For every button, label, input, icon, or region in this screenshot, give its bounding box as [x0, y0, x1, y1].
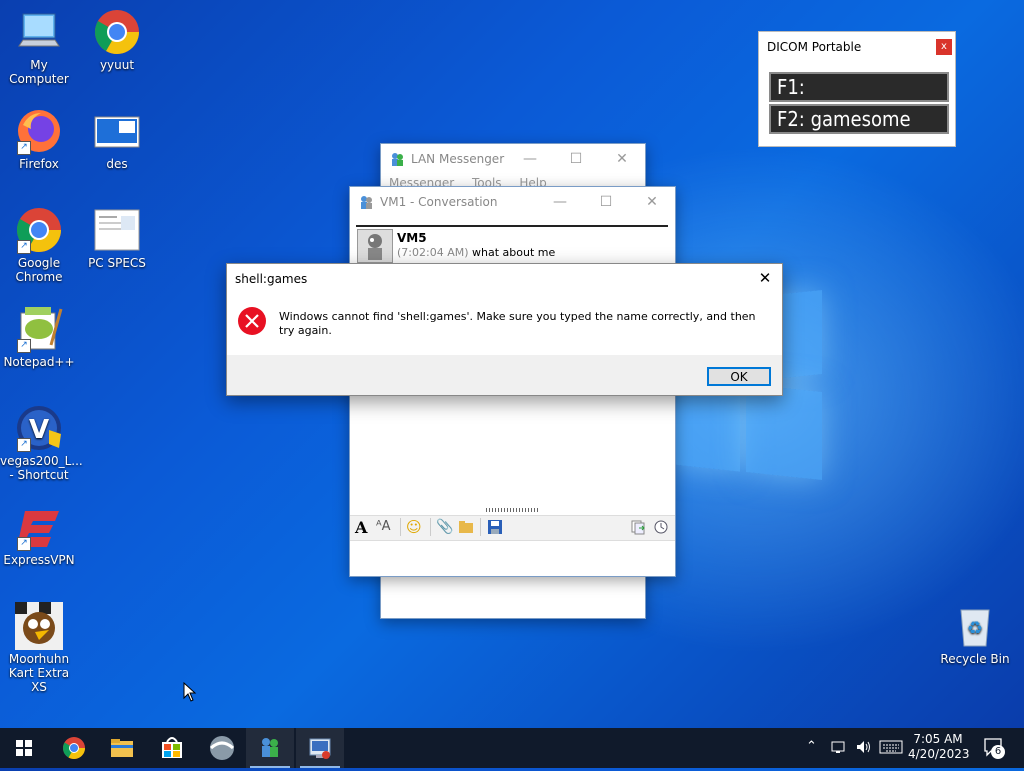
start-button[interactable] [0, 728, 48, 768]
conversation-title: VM1 - Conversation [380, 195, 498, 209]
messenger-icon [389, 151, 405, 170]
chrome-icon: ↗ [15, 206, 63, 254]
desktop-icon-firefox[interactable]: ↗ Firefox [0, 107, 78, 171]
sender-name: VM5 [397, 231, 427, 245]
moorhuhn-icon [15, 602, 63, 650]
taskbar-lan-messenger[interactable] [246, 728, 294, 768]
dialog-footer: OK [227, 355, 782, 395]
lan-messenger-titlebar[interactable]: LAN Messenger — ☐ ✕ [381, 144, 645, 174]
firefox-icon: ↗ [15, 107, 63, 155]
svg-text:♻: ♻ [967, 618, 983, 639]
dicom-title: DICOM Portable [767, 40, 862, 54]
font-icon[interactable]: A [355, 518, 367, 537]
copy-icon[interactable] [630, 519, 646, 538]
taskbar-app-sphere[interactable] [198, 728, 246, 768]
volume-icon[interactable] [855, 738, 873, 760]
vegas-icon: V ↗ [15, 404, 63, 452]
taskbar: ⌃ 7:05 AM 4/20/2023 6 [0, 728, 1024, 768]
computer-icon [15, 8, 63, 56]
close-icon[interactable]: ✕ [629, 187, 675, 217]
shortcut-arrow-icon: ↗ [17, 240, 31, 254]
notification-center-icon[interactable]: 6 [983, 737, 1007, 763]
attach-file-icon[interactable]: 📎 [436, 519, 453, 535]
maximize-icon[interactable]: ☐ [553, 144, 599, 174]
network-icon[interactable] [830, 738, 848, 760]
messenger-icon [358, 194, 374, 213]
clock-time: 7:05 AM [913, 732, 963, 746]
image-file-icon [93, 206, 141, 254]
shortcut-arrow-icon: ↗ [17, 339, 31, 353]
dialog-close-icon[interactable]: ✕ [754, 267, 776, 289]
minimize-icon[interactable]: — [537, 187, 583, 217]
windows-icon [16, 740, 32, 756]
chrome-icon [63, 737, 85, 759]
expressvpn-icon: ↗ [15, 503, 63, 551]
message-time: (7:02:04 AM) [397, 246, 469, 259]
close-icon[interactable]: ✕ [599, 144, 645, 174]
font-color-icon[interactable]: ᴬA [376, 519, 391, 534]
desktop-icon-des[interactable]: des [78, 107, 156, 171]
desktop-icon-pc-specs[interactable]: PC SPECS [78, 206, 156, 270]
message-input[interactable] [350, 541, 675, 575]
desktop-icon-recycle-bin[interactable]: ♻ Recycle Bin [936, 602, 1014, 666]
header-divider [356, 225, 668, 227]
avatar [357, 229, 393, 263]
message-text: what about me [472, 246, 556, 259]
history-icon[interactable] [653, 519, 669, 538]
error-icon [237, 306, 267, 339]
minimize-icon[interactable]: — [507, 144, 553, 174]
lan-messenger-title: LAN Messenger [411, 152, 505, 166]
desktop-icon-yyuut[interactable]: yyuut [78, 8, 156, 72]
dialog-title: shell:games [235, 272, 308, 286]
desktop-icon-my-computer[interactable]: My Computer [0, 8, 78, 86]
ok-button[interactable]: OK [707, 367, 771, 386]
dicom-f2-button[interactable]: F2: gamesome [769, 104, 949, 134]
store-icon [162, 737, 182, 758]
dicom-f1-button[interactable]: F1: gamesmanship [769, 72, 949, 125]
send-folder-icon[interactable] [458, 519, 474, 538]
chrome-icon [93, 8, 141, 56]
desktop-icon-google-chrome[interactable]: ↗ Google Chrome [0, 206, 78, 284]
image-file-icon [93, 107, 141, 155]
shortcut-arrow-icon: ↗ [17, 537, 31, 551]
compose-toolbar: A ᴬA ☺ 📎 [350, 515, 675, 541]
desktop-icon-vegas-shortcut[interactable]: V ↗ vegas200_L... - Shortcut [0, 404, 83, 482]
mouse-cursor-icon [183, 681, 197, 705]
dicom-app-icon [309, 738, 331, 759]
emoticon-icon[interactable]: ☺ [406, 518, 422, 536]
splitter-grip[interactable] [486, 508, 538, 512]
notification-count-badge: 6 [991, 745, 1005, 759]
conversation-titlebar[interactable]: VM1 - Conversation — ☐ ✕ [350, 187, 675, 217]
svg-text:V: V [29, 415, 49, 445]
error-message: Windows cannot find 'shell:games'. Make … [279, 310, 756, 337]
keyboard-icon[interactable] [879, 738, 903, 760]
dicom-portable-window: DICOM Portable x F1: gamesmanship F2: ga… [758, 31, 956, 147]
shortcut-arrow-icon: ↗ [17, 141, 31, 155]
error-dialog: shell:games ✕ Windows cannot find 'shell… [226, 263, 783, 396]
desktop-icon-expressvpn[interactable]: ↗ ExpressVPN [0, 503, 78, 567]
folder-icon [111, 739, 133, 757]
clock[interactable]: 7:05 AM 4/20/2023 [908, 732, 970, 762]
desktop-icon-moorhuhn[interactable]: Moorhuhn Kart Extra XS [0, 602, 78, 694]
taskbar-chrome[interactable] [50, 728, 98, 768]
clock-date: 4/20/2023 [908, 747, 970, 761]
shortcut-arrow-icon: ↗ [17, 438, 31, 452]
show-hidden-icons-chevron-up-icon[interactable]: ⌃ [806, 739, 817, 754]
notepad-plus-plus-icon: ↗ [15, 305, 63, 353]
maximize-icon[interactable]: ☐ [583, 187, 629, 217]
messenger-icon [262, 738, 278, 757]
taskbar-dicom[interactable] [296, 728, 344, 768]
sphere-app-icon [209, 736, 235, 760]
taskbar-file-explorer[interactable] [98, 728, 146, 768]
recycle-bin-icon: ♻ [951, 602, 999, 650]
save-icon[interactable] [487, 519, 503, 538]
desktop-icon-notepad-plus-plus[interactable]: ↗ Notepad++ [0, 305, 78, 369]
dicom-close-button[interactable]: x [936, 39, 952, 55]
taskbar-store[interactable] [148, 728, 196, 768]
